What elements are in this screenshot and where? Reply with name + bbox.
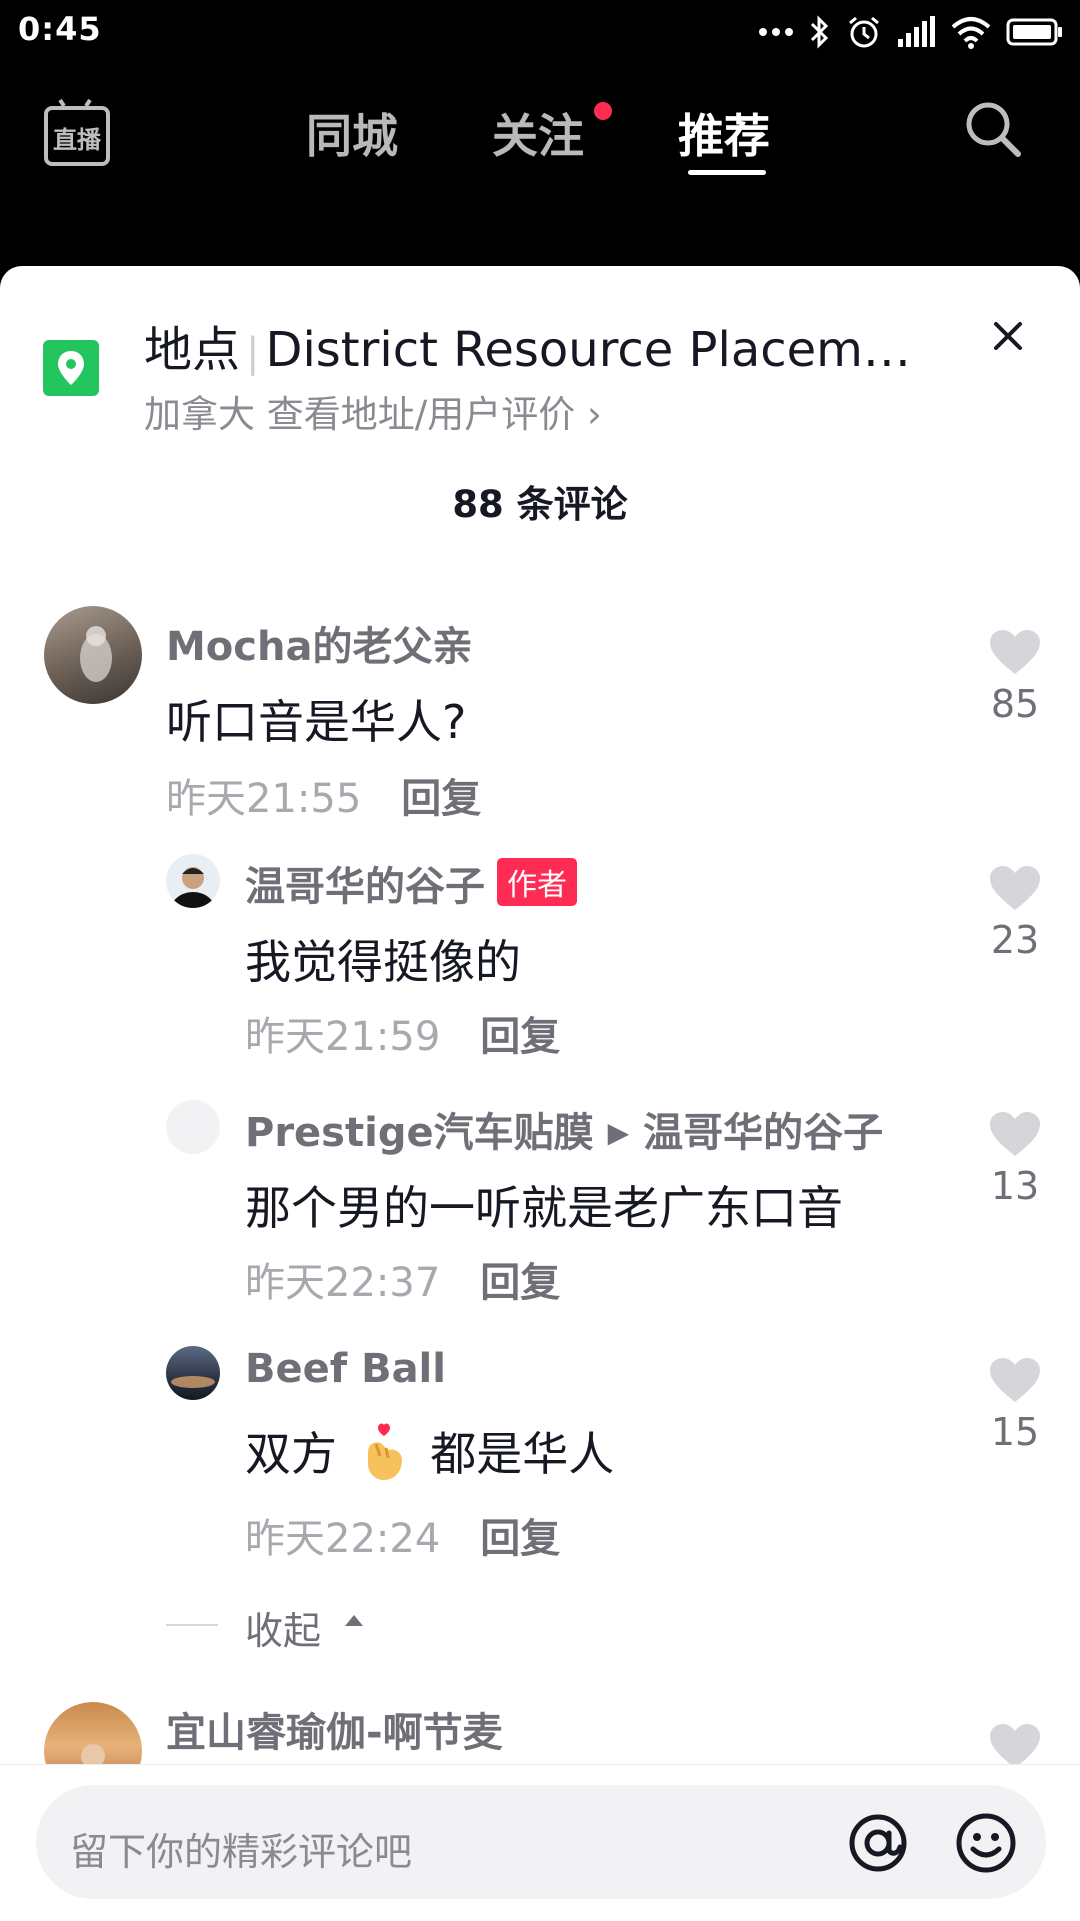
- close-icon[interactable]: [988, 316, 1028, 356]
- reply-button[interactable]: 回复: [480, 1516, 560, 1562]
- alarm-icon: [849, 16, 879, 48]
- like-button[interactable]: 13: [980, 1110, 1050, 1208]
- tab-same-city[interactable]: 同城: [306, 100, 398, 166]
- wifi-icon: [951, 17, 991, 49]
- heart-icon: [990, 630, 1040, 674]
- status-bar: 0:45: [0, 0, 1080, 66]
- comment-meta: 昨天22:24 回复: [245, 1506, 560, 1564]
- comment-meta: 昨天22:37 回复: [245, 1250, 560, 1308]
- avatar[interactable]: [44, 606, 142, 704]
- signal-icon: [898, 16, 935, 47]
- like-button[interactable]: 85: [980, 628, 1050, 726]
- status-time: 0:45: [18, 10, 102, 48]
- location-label: 地点: [144, 322, 241, 378]
- like-button[interactable]: [980, 1722, 1050, 1770]
- comment-input-placeholder: 留下你的精彩评论吧: [70, 1830, 413, 1874]
- location-title[interactable]: 地点 | District Resource Placem…: [144, 310, 944, 380]
- live-icon[interactable]: 直播: [42, 94, 112, 168]
- collapse-button[interactable]: 收起: [245, 1600, 321, 1655]
- comment-time: 昨天21:59: [245, 1014, 441, 1060]
- avatar[interactable]: [166, 1100, 220, 1154]
- comment-username-text: 温哥华的谷子: [245, 864, 485, 910]
- heart-icon: [990, 1112, 1040, 1156]
- comment-time: 昨天22:37: [245, 1260, 441, 1306]
- reply-button[interactable]: 回复: [480, 1014, 560, 1060]
- author-badge: 作者: [497, 858, 577, 906]
- comment-username[interactable]: 温哥华的谷子 作者: [245, 854, 577, 912]
- like-count: 15: [990, 1410, 1040, 1454]
- comment-time: 昨天22:24: [245, 1516, 441, 1562]
- live-icon-label: 直播: [53, 126, 102, 154]
- comment-username[interactable]: Mocha的老父亲: [166, 614, 472, 672]
- comment-input-bar: 留下你的精彩评论吧: [0, 1764, 1080, 1921]
- comment-input[interactable]: 留下你的精彩评论吧: [36, 1785, 1046, 1899]
- location-pin-icon: [43, 340, 99, 396]
- battery-icon: [1006, 18, 1062, 46]
- location-subtitle[interactable]: 加拿大 查看地址/用户评价 ›: [144, 384, 602, 438]
- heart-icon: [990, 1724, 1040, 1768]
- like-button[interactable]: 15: [980, 1356, 1050, 1454]
- active-tab-indicator: [688, 170, 766, 175]
- comment-text-part: 都是华人: [430, 1427, 615, 1481]
- finger-heart-emoji-icon: [367, 1423, 402, 1480]
- top-nav: 直播 同城 关注 推荐: [0, 66, 1080, 266]
- comment-meta: 昨天21:59 回复: [245, 1004, 560, 1062]
- notification-dot: [594, 102, 612, 120]
- comment-username[interactable]: Prestige汽车贴膜 ▶ 温哥华的谷子: [245, 1100, 883, 1158]
- bluetooth-icon: [810, 15, 829, 49]
- like-count: 23: [990, 918, 1040, 962]
- comment-text: 听口音是华人?: [166, 695, 467, 749]
- mention-icon[interactable]: [846, 1811, 910, 1875]
- reply-to-arrow-icon: ▶: [607, 1116, 630, 1149]
- emoji-icon[interactable]: [954, 1811, 1018, 1875]
- reply-to-username[interactable]: 温哥华的谷子: [643, 1110, 883, 1156]
- comment-time: 昨天21:55: [166, 776, 362, 822]
- heart-icon: [990, 1358, 1040, 1402]
- more-dots-icon: [759, 28, 793, 36]
- comment-username[interactable]: 宜山睿瑜伽-啊节麦: [166, 1700, 503, 1758]
- comment-username-text: Prestige汽车贴膜: [245, 1110, 594, 1156]
- collapse-arrow-icon[interactable]: [343, 1612, 365, 1628]
- comment-text: 双方 都是华人: [245, 1418, 614, 1484]
- reply-button[interactable]: 回复: [401, 776, 481, 822]
- comment-text: 那个男的一听就是老广东口音: [245, 1181, 843, 1235]
- location-separator: |: [246, 330, 260, 376]
- status-icons: [758, 10, 1064, 54]
- comment-meta: 昨天21:55 回复: [166, 766, 481, 824]
- comment-username[interactable]: Beef Ball: [245, 1346, 446, 1392]
- comments-panel: 地点 | District Resource Placem… 加拿大 查看地址/用户…: [0, 266, 1080, 1920]
- avatar[interactable]: [166, 854, 220, 908]
- comment-text: 我觉得挺像的: [245, 935, 521, 989]
- search-icon[interactable]: [960, 96, 1026, 162]
- tab-recommended[interactable]: 推荐: [678, 100, 770, 166]
- avatar[interactable]: [166, 1346, 220, 1400]
- heart-icon: [990, 866, 1040, 910]
- comment-count: 88 条评论: [452, 483, 628, 526]
- tab-following[interactable]: 关注: [492, 100, 584, 166]
- location-name: District Resource Placem…: [265, 322, 911, 378]
- comment-text-part: 双方: [245, 1427, 337, 1481]
- collapse-divider: [166, 1624, 218, 1626]
- like-count: 13: [990, 1164, 1040, 1208]
- like-button[interactable]: 23: [980, 864, 1050, 962]
- like-count: 85: [990, 682, 1040, 726]
- reply-button[interactable]: 回复: [480, 1260, 560, 1306]
